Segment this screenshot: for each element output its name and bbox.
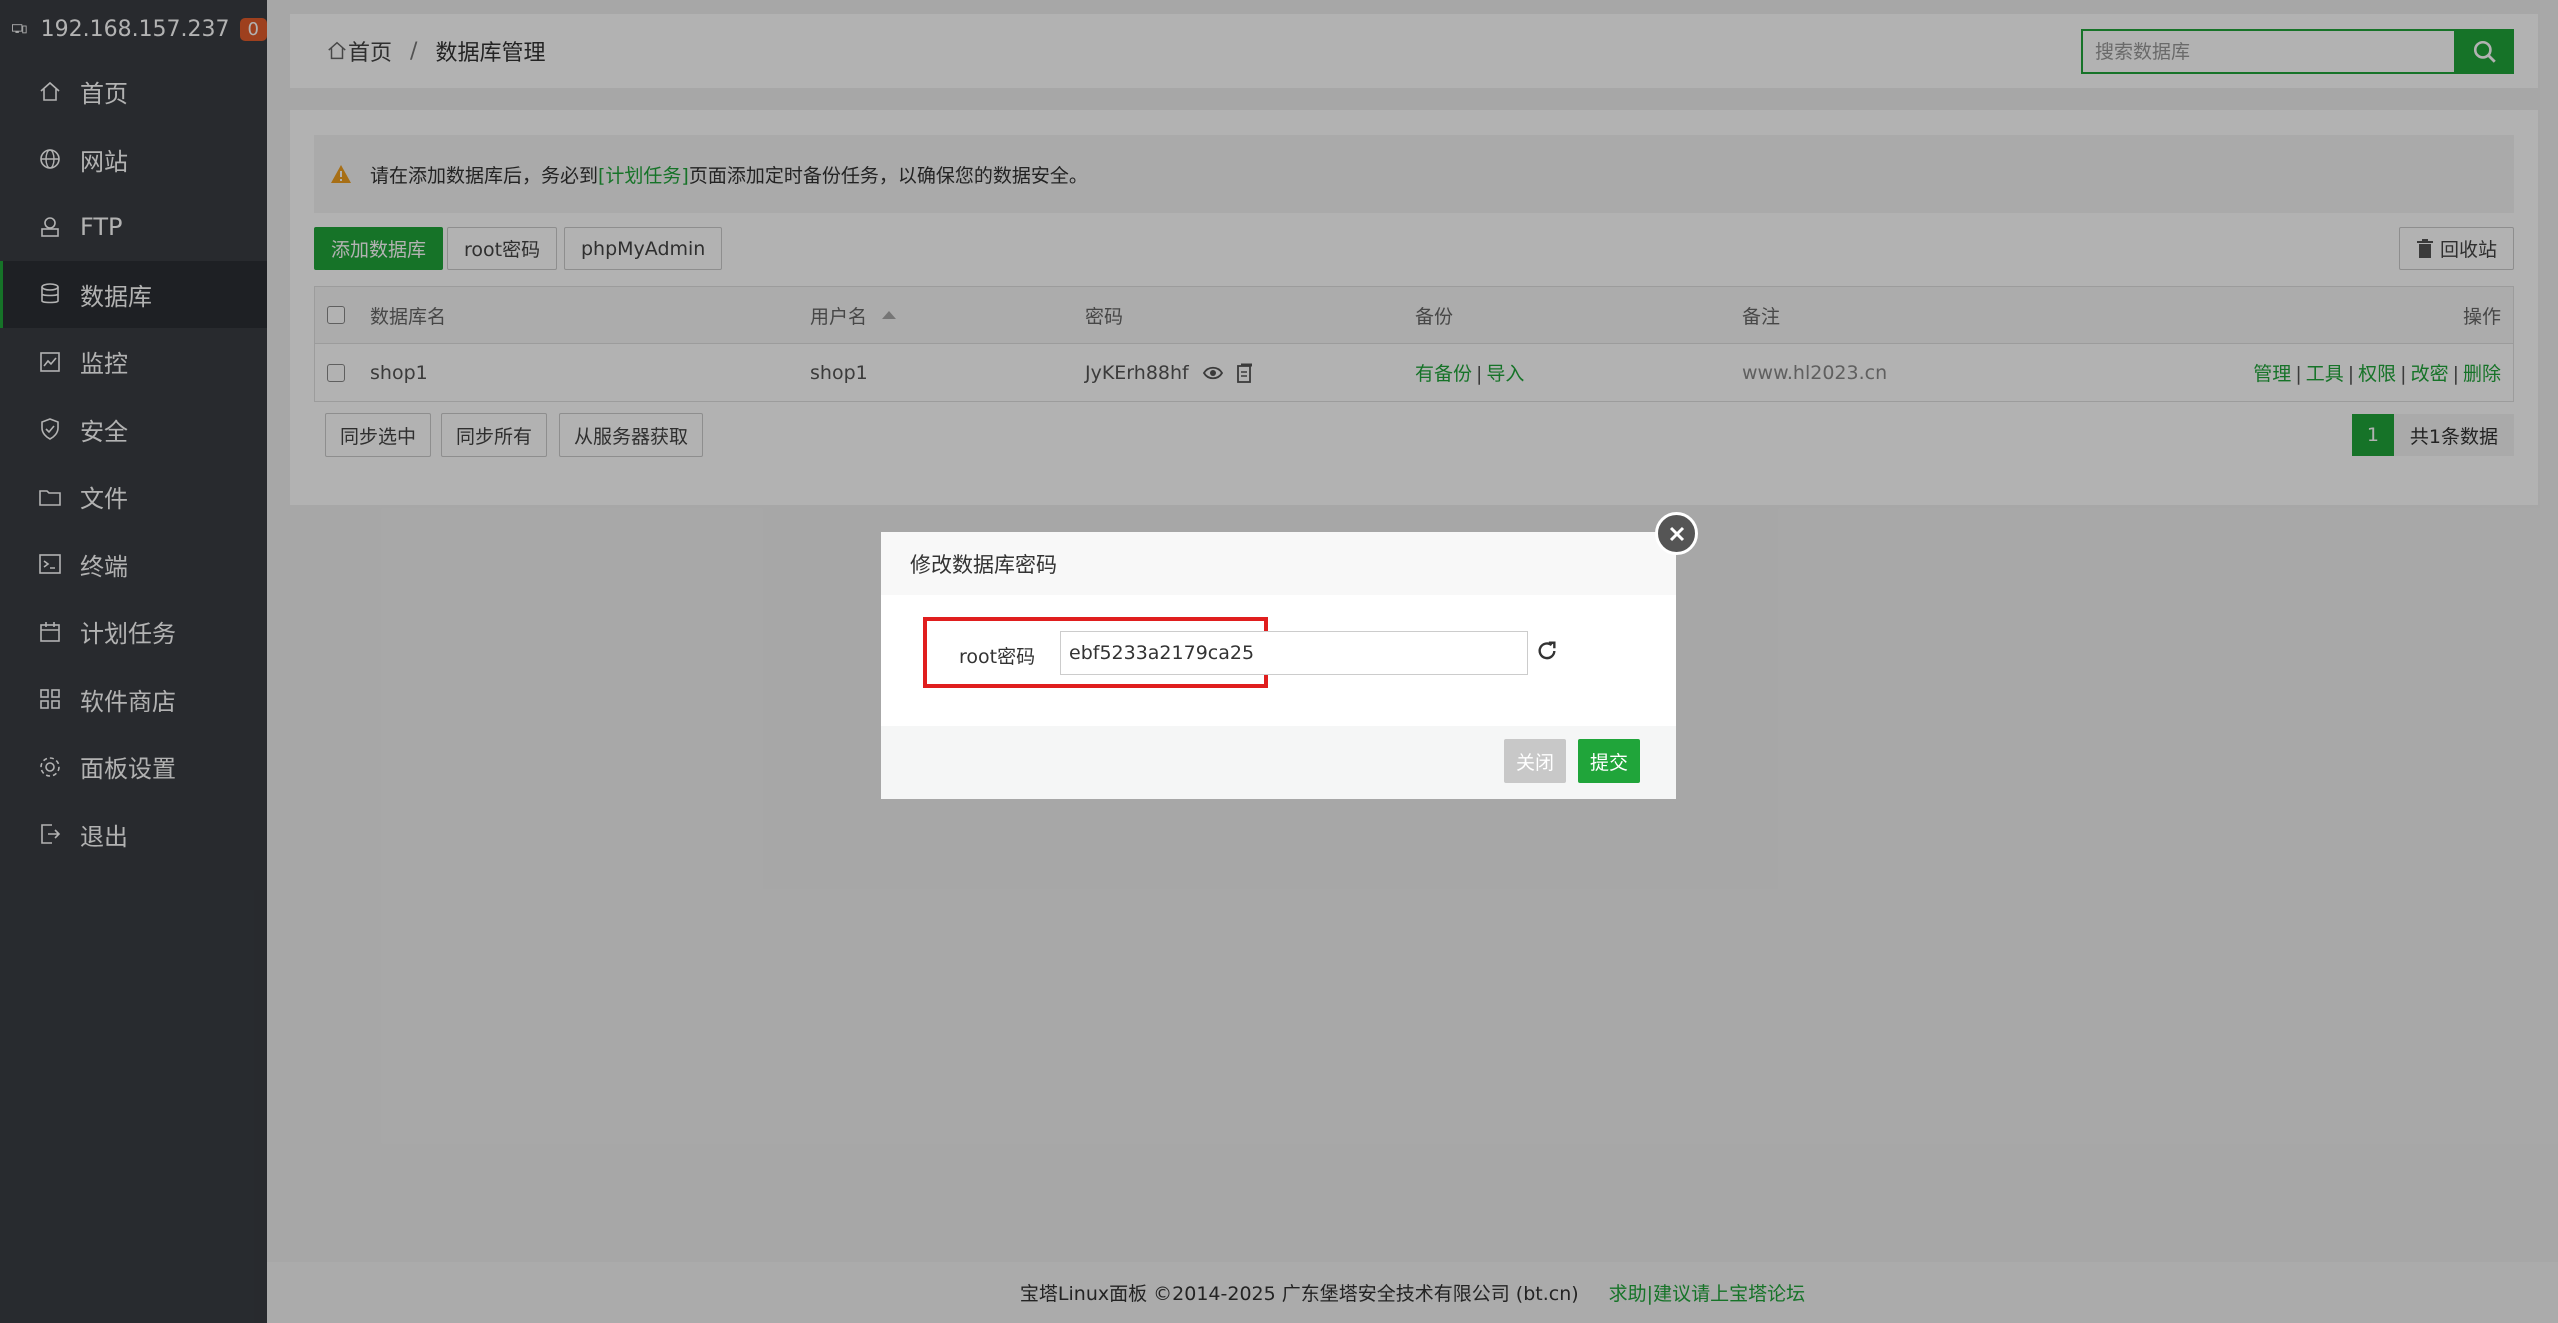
dialog-header: 修改数据库密码 [881,532,1676,595]
dialog-close-button[interactable] [1655,512,1698,555]
change-password-dialog: 修改数据库密码 root密码 关闭 提交 [881,512,1698,799]
root-password-label: root密码 [959,646,1036,668]
dialog-title: 修改数据库密码 [910,552,1057,577]
dialog-footer: 关闭 提交 [881,726,1676,799]
root-password-input[interactable] [1060,631,1528,675]
submit-button[interactable]: 提交 [1578,739,1641,783]
refresh-icon[interactable] [1535,639,1559,663]
close-button[interactable]: 关闭 [1504,739,1567,783]
close-icon [1669,526,1684,541]
dialog-body: root密码 [881,595,1676,726]
